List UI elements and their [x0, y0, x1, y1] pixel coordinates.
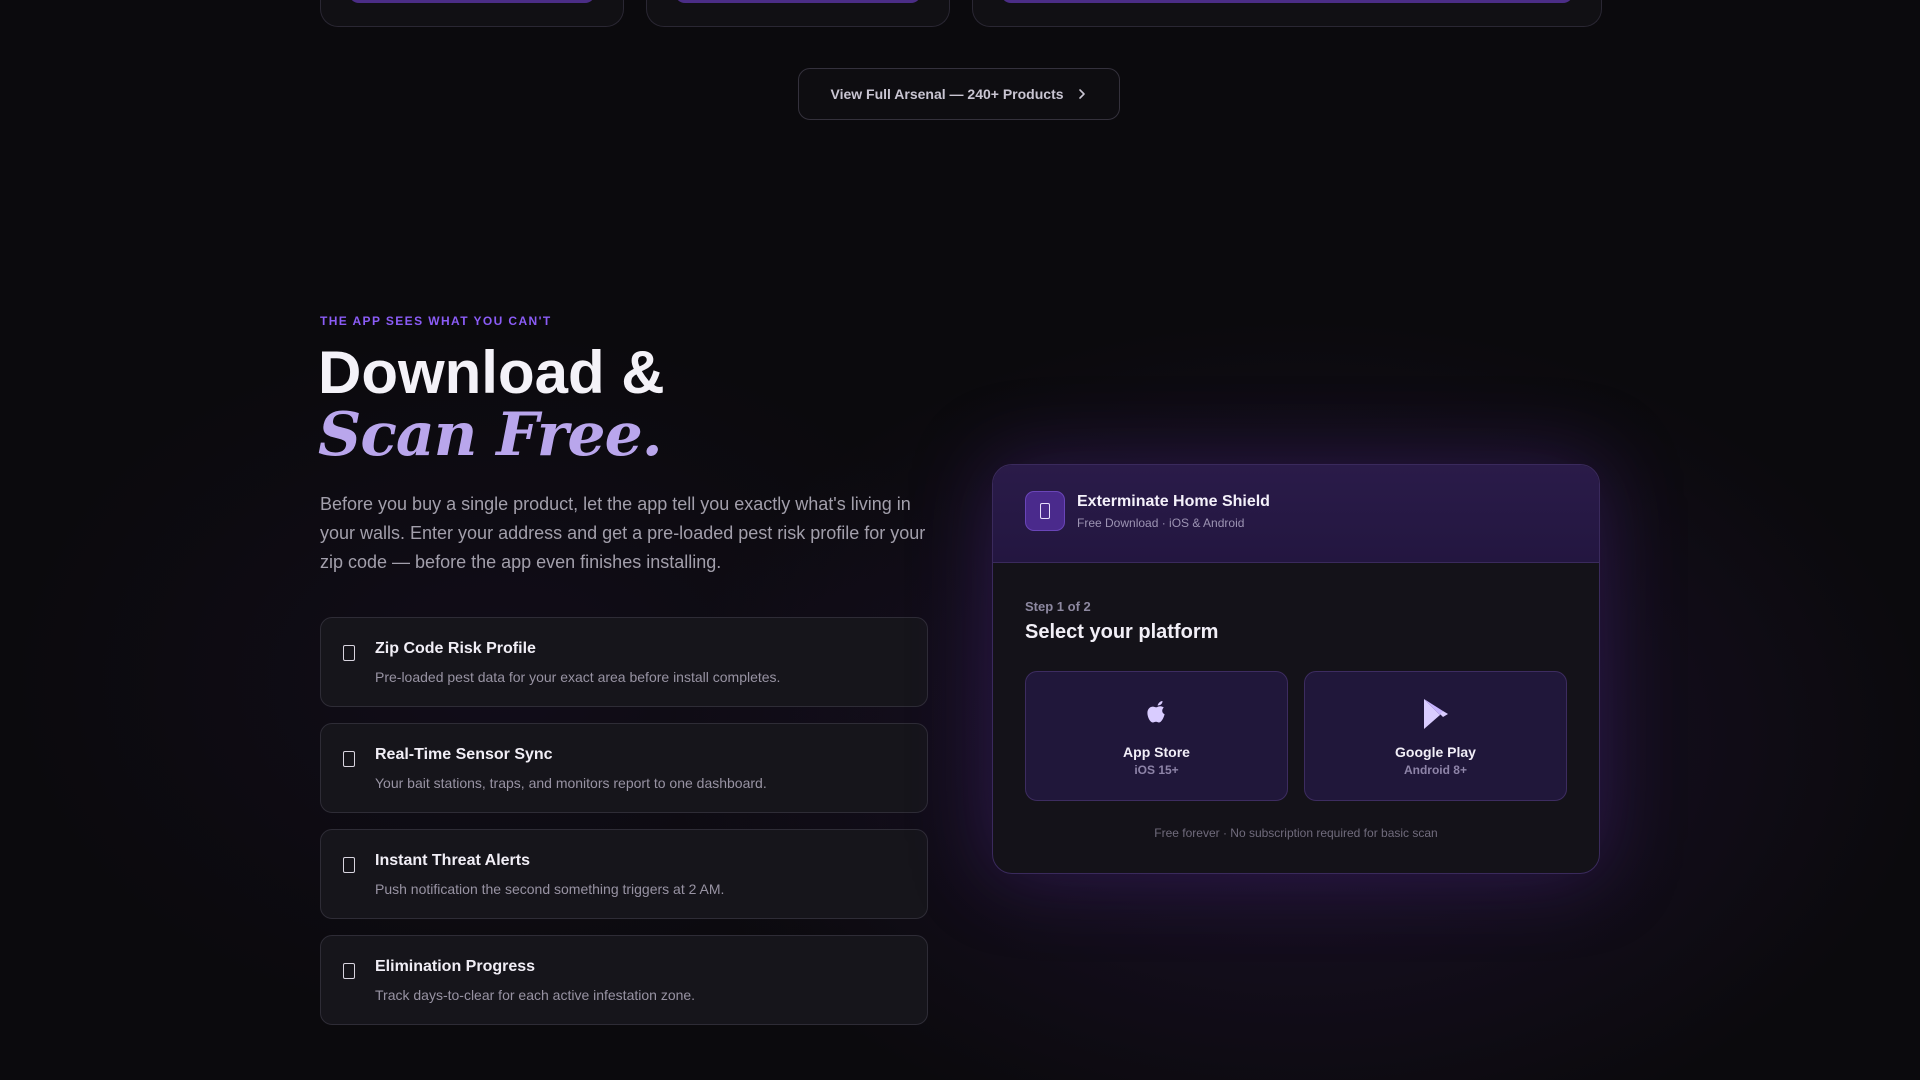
product-card-partial: [646, 0, 950, 27]
feature-title: Zip Code Risk Profile: [375, 640, 536, 657]
phone-icon: [1040, 503, 1050, 519]
play-icon: [1423, 699, 1448, 729]
feature-card: Elimination Progress Track days-to-clear…: [320, 935, 928, 1025]
section-lead: Before you buy a single product, let the…: [320, 494, 926, 572]
select-platform-title: Select your platform: [1025, 621, 1219, 643]
google-play-button[interactable]: Google Play Android 8+: [1304, 671, 1567, 801]
platform-version: Android 8+: [1403, 763, 1467, 777]
feature-card: Real-Time Sensor Sync Your bait stations…: [320, 723, 928, 813]
background-glow: [0, 180, 1920, 1080]
app-icon: [1025, 491, 1065, 531]
app-card-header: Exterminate Home Shield Free Download · …: [993, 465, 1599, 563]
section-headline: Download & Scan Free.: [318, 339, 665, 470]
platform-name: Google Play: [1395, 744, 1476, 760]
feature-description: Pre-loaded pest data for your exact area…: [375, 669, 781, 685]
app-subtitle: Free Download · iOS & Android: [1077, 516, 1245, 530]
feature-description: Track days-to-clear for each active infe…: [375, 987, 696, 1003]
feature-title: Real-Time Sensor Sync: [375, 746, 553, 763]
phone-icon: [343, 645, 355, 661]
view-full-arsenal-button[interactable]: View Full Arsenal — 240+ Products: [798, 68, 1120, 120]
phone-icon: [343, 857, 355, 873]
apple-icon: [1146, 701, 1165, 723]
platform-name: App Store: [1123, 744, 1190, 760]
feature-title: Elimination Progress: [375, 958, 536, 975]
app-name: Exterminate Home Shield: [1077, 493, 1270, 510]
phone-icon: [343, 963, 355, 979]
product-card-partial: [972, 0, 1602, 27]
platform-version: iOS 15+: [1134, 763, 1179, 777]
step-indicator: Step 1 of 2: [1025, 599, 1091, 614]
product-card-partial: [320, 0, 624, 27]
app-card-footnote: Free forever · No subscription required …: [1154, 826, 1438, 840]
feature-description: Your bait stations, traps, and monitors …: [375, 775, 767, 791]
feature-description: Push notification the second something t…: [375, 881, 725, 897]
card-accent-bar: [675, 0, 921, 3]
view-full-arsenal-label: View Full Arsenal — 240+ Products: [830, 86, 1064, 102]
feature-card: Zip Code Risk Profile Pre-loaded pest da…: [320, 617, 928, 707]
feature-title: Instant Threat Alerts: [375, 852, 530, 869]
app-download-card: Exterminate Home Shield Free Download · …: [992, 464, 1600, 874]
feature-list: Zip Code Risk Profile Pre-loaded pest da…: [320, 617, 928, 1041]
card-accent-bar: [1001, 0, 1573, 3]
feature-card: Instant Threat Alerts Push notification …: [320, 829, 928, 919]
card-accent-bar: [349, 0, 595, 3]
headline-line-1: Download &: [318, 339, 665, 406]
app-store-button[interactable]: App Store iOS 15+: [1025, 671, 1288, 801]
phone-icon: [343, 751, 355, 767]
chevron-right-icon: [1078, 89, 1085, 99]
headline-line-2: Scan Free.: [318, 400, 663, 470]
section-eyebrow: THE APP SEES WHAT YOU CAN'T: [320, 314, 552, 328]
